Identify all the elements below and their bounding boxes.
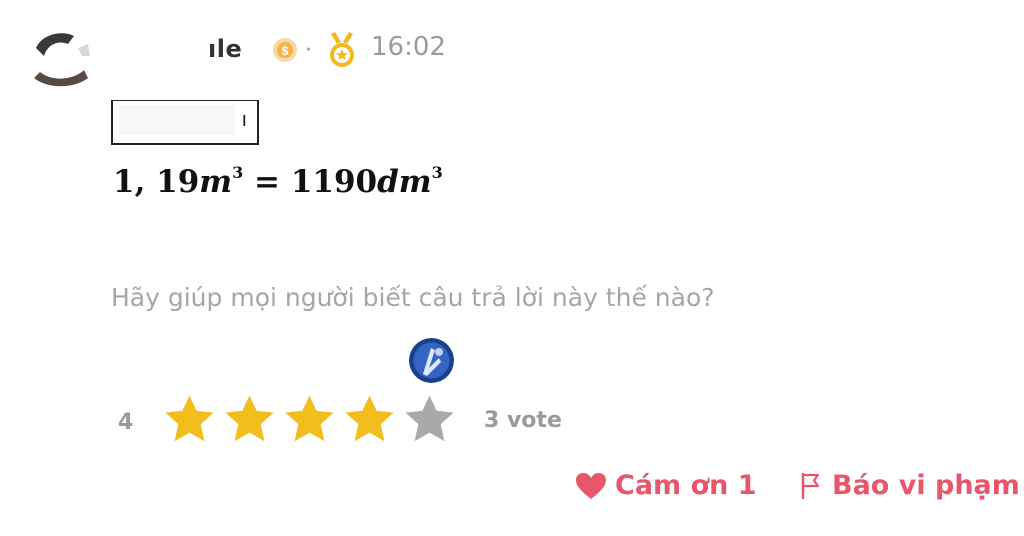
answer-time: 16:02	[371, 32, 446, 62]
rating-stars[interactable]	[162, 392, 457, 447]
answer-label-fragment: ı	[241, 107, 247, 131]
lhs-exp: 3	[232, 163, 244, 182]
thanks-button[interactable]: Cám ơn 1	[575, 470, 757, 501]
heart-icon	[576, 472, 606, 499]
thanks-label: Cám ơn 1	[615, 470, 757, 501]
star-icon[interactable]	[162, 392, 217, 447]
equals-sign: =	[254, 164, 281, 200]
author-avatar[interactable]	[28, 26, 94, 92]
coin-icon: $	[273, 38, 297, 62]
answer-math: 1, 19m3 = 1190dm3	[113, 163, 443, 200]
medal-icon	[330, 32, 354, 67]
author-name[interactable]: ıle	[208, 35, 242, 63]
report-label: Báo vi phạm	[832, 470, 1020, 501]
rhs-exp: 3	[431, 163, 443, 182]
rhs-unit: dm	[377, 164, 432, 200]
rating-number: 4	[118, 410, 134, 435]
lhs-number: 1, 19	[113, 164, 200, 200]
star-icon[interactable]	[402, 392, 457, 447]
vote-count: 3 vote	[484, 408, 562, 433]
report-button[interactable]: Báo vi phạm	[800, 470, 1020, 501]
lhs-unit: m	[199, 164, 233, 200]
star-icon[interactable]	[282, 392, 337, 447]
answer-label-box: ı	[111, 100, 259, 145]
voter-avatar[interactable]	[409, 338, 454, 383]
flag-icon	[801, 472, 820, 499]
star-icon[interactable]	[342, 392, 397, 447]
svg-text:$: $	[282, 44, 289, 58]
feedback-prompt: Hãy giúp mọi người biết câu trả lời này …	[111, 283, 715, 312]
meta-separator: ·	[305, 38, 312, 63]
rhs-number: 1190	[290, 164, 378, 200]
star-icon[interactable]	[222, 392, 277, 447]
